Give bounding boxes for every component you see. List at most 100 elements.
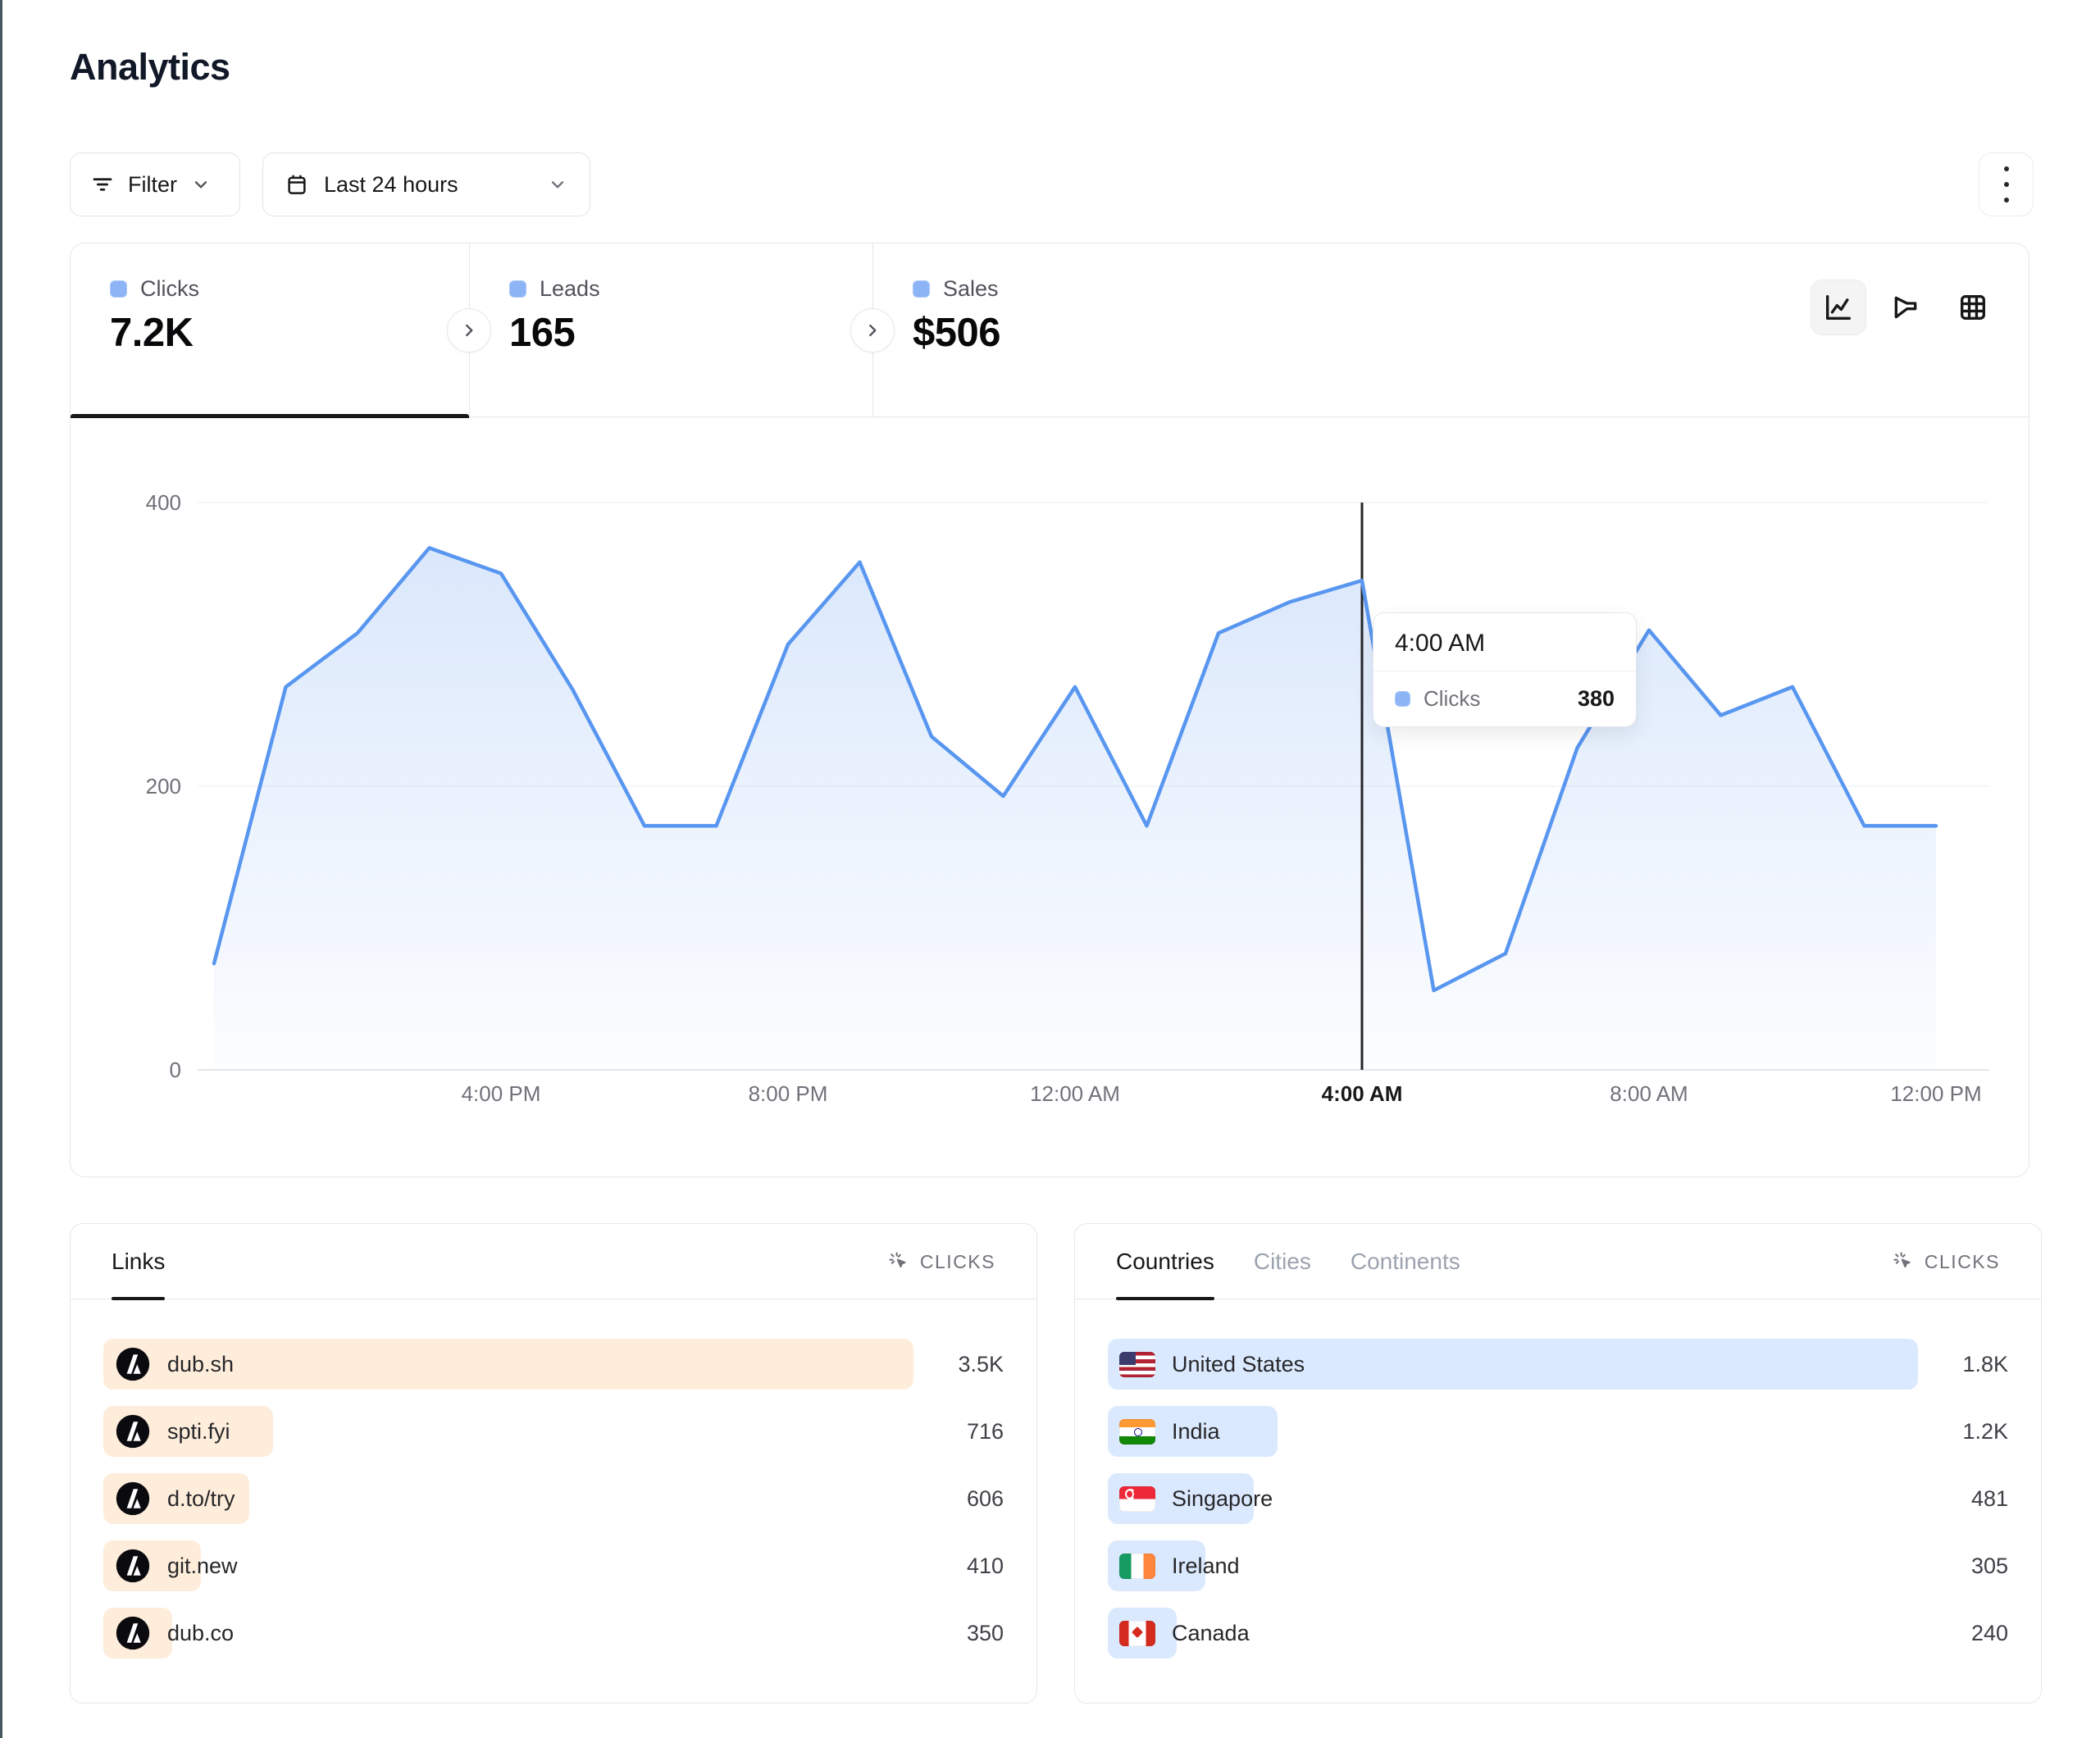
filter-button[interactable]: Filter xyxy=(70,152,240,216)
kebab-dot xyxy=(2004,182,2009,187)
kebab-dot xyxy=(2004,166,2009,171)
item-label: Ireland xyxy=(1172,1554,1240,1579)
links-metric-selector[interactable]: CLICKS xyxy=(887,1224,995,1299)
chart-type-switcher xyxy=(1811,280,2001,335)
filter-button-label: Filter xyxy=(128,172,177,198)
clicks-value: 481 xyxy=(1918,1486,2008,1512)
clicks-value: 350 xyxy=(913,1621,1004,1646)
funnel-icon xyxy=(1889,291,1922,324)
cursor-click-icon xyxy=(887,1250,910,1273)
funnel-view-button[interactable] xyxy=(1878,280,1934,335)
clicks-value: 716 xyxy=(913,1419,1004,1445)
clicks-value: 3.5K xyxy=(913,1352,1004,1377)
leads-series-swatch xyxy=(509,280,526,298)
calendar-icon xyxy=(285,172,309,197)
tab-cities[interactable]: Cities xyxy=(1254,1224,1311,1299)
tab-continents[interactable]: Continents xyxy=(1351,1224,1460,1299)
more-options-button[interactable] xyxy=(1979,152,2034,216)
analytics-page: Analytics Filter Last 24 hours Clicks 7.… xyxy=(0,0,2100,1738)
table-view-button[interactable] xyxy=(1945,280,2001,335)
line-chart-view-button[interactable] xyxy=(1811,280,1866,335)
clicks-chart-svg xyxy=(198,460,1989,1075)
tooltip-series-swatch xyxy=(1395,691,1410,707)
list-item[interactable]: git.new410 xyxy=(103,1540,1004,1591)
list-item[interactable]: dub.sh 3.5K xyxy=(103,1339,1004,1390)
clicks-tab-label: Clicks xyxy=(140,276,199,302)
tab-links[interactable]: Links xyxy=(112,1224,165,1299)
links-metric-label: CLICKS xyxy=(920,1251,995,1273)
tooltip-time: 4:00 AM xyxy=(1373,613,1636,671)
clicks-value: 1.8K xyxy=(1918,1352,2008,1377)
tab-sales[interactable]: Sales $506 xyxy=(873,243,1275,417)
clicks-area xyxy=(214,548,1936,1070)
list-item[interactable]: United States 1.8K xyxy=(1108,1339,2008,1390)
x-axis-label: 8:00 PM xyxy=(718,1081,858,1107)
list-item[interactable]: Canada 240 xyxy=(1108,1608,2008,1658)
dub-logo-icon xyxy=(115,1481,151,1517)
item-label: dub.co xyxy=(167,1621,234,1646)
clicks-tab-value: 7.2K xyxy=(110,310,469,356)
date-range-label: Last 24 hours xyxy=(324,172,458,198)
chevron-down-icon xyxy=(190,174,212,195)
clicks-value: 606 xyxy=(913,1486,1004,1512)
chevron-down-icon xyxy=(547,174,568,195)
stats-tab-bar: Clicks 7.2K Leads 165 Sales $506 xyxy=(71,243,2029,417)
chevron-right-icon xyxy=(862,320,883,341)
countries-metric-selector[interactable]: CLICKS xyxy=(1892,1224,2000,1299)
chevron-right-icon xyxy=(458,320,480,341)
item-label: git.new xyxy=(167,1554,238,1579)
flag-in-icon xyxy=(1119,1419,1155,1445)
x-axis-label: 4:00 AM xyxy=(1292,1081,1432,1107)
flag-sg-icon xyxy=(1119,1486,1155,1512)
sales-tab-value: $506 xyxy=(913,310,1275,356)
line-chart-icon xyxy=(1822,291,1855,324)
links-panel: Links CLICKS dub.sh 3.5K spti.fyi 716 d.to/t… xyxy=(70,1223,1037,1704)
date-range-button[interactable]: Last 24 hours xyxy=(262,152,590,216)
list-item[interactable]: dub.co 350 xyxy=(103,1608,1004,1658)
clicks-value: 240 xyxy=(1918,1621,2008,1646)
dub-logo-icon xyxy=(115,1548,151,1584)
flag-ie-icon xyxy=(1119,1554,1155,1579)
stat-expand-chevron-button[interactable] xyxy=(850,308,895,353)
analytics-chart-card: Clicks 7.2K Leads 165 Sales $506 xyxy=(70,243,2029,1177)
page-left-edge xyxy=(0,0,2,1738)
countries-panel-header: Countries Cities Continents CLICKS xyxy=(1075,1224,2041,1299)
chart-hover-area[interactable] xyxy=(198,460,1989,1075)
item-label: spti.fyi xyxy=(167,1419,230,1445)
cursor-click-icon xyxy=(1892,1250,1915,1273)
x-axis-label: 12:00 AM xyxy=(1005,1081,1145,1107)
item-label: Singapore xyxy=(1172,1486,1273,1512)
dub-logo-icon xyxy=(115,1615,151,1651)
y-axis-label: 400 xyxy=(103,489,181,516)
stat-expand-chevron-button[interactable] xyxy=(447,308,491,353)
countries-panel: Countries Cities Continents CLICKS Unite… xyxy=(1074,1223,2042,1704)
chart-tooltip: 4:00 AM Clicks 380 xyxy=(1373,612,1637,727)
sales-series-swatch xyxy=(913,280,930,298)
item-label: United States xyxy=(1172,1352,1305,1377)
dub-logo-icon xyxy=(115,1346,151,1382)
list-item[interactable]: spti.fyi 716 xyxy=(103,1406,1004,1457)
tab-clicks[interactable]: Clicks 7.2K xyxy=(71,243,469,417)
y-axis-label: 200 xyxy=(103,773,181,799)
item-label: dub.sh xyxy=(167,1352,234,1377)
links-panel-header: Links CLICKS xyxy=(71,1224,1036,1299)
clicks-value: 305 xyxy=(1918,1554,2008,1579)
tab-leads[interactable]: Leads 165 xyxy=(470,243,872,417)
tab-countries[interactable]: Countries xyxy=(1116,1224,1214,1299)
flag-us-icon xyxy=(1119,1352,1155,1377)
kebab-dot xyxy=(2004,198,2009,202)
list-item[interactable]: India1.2K xyxy=(1108,1406,2008,1457)
countries-metric-label: CLICKS xyxy=(1925,1251,2000,1273)
tooltip-value: 380 xyxy=(1578,686,1615,712)
list-item[interactable]: Ireland 305 xyxy=(1108,1540,2008,1591)
item-label: Canada xyxy=(1172,1621,1250,1646)
sales-tab-label: Sales xyxy=(943,276,999,302)
list-item[interactable]: d.to/try 606 xyxy=(103,1473,1004,1524)
leads-tab-label: Leads xyxy=(540,276,600,302)
active-tab-underline xyxy=(71,414,469,418)
filter-icon xyxy=(90,172,115,197)
list-item[interactable]: Singapore 481 xyxy=(1108,1473,2008,1524)
y-axis-label: 0 xyxy=(103,1057,181,1083)
item-label: d.to/try xyxy=(167,1486,235,1512)
x-axis-label: 8:00 AM xyxy=(1579,1081,1719,1107)
